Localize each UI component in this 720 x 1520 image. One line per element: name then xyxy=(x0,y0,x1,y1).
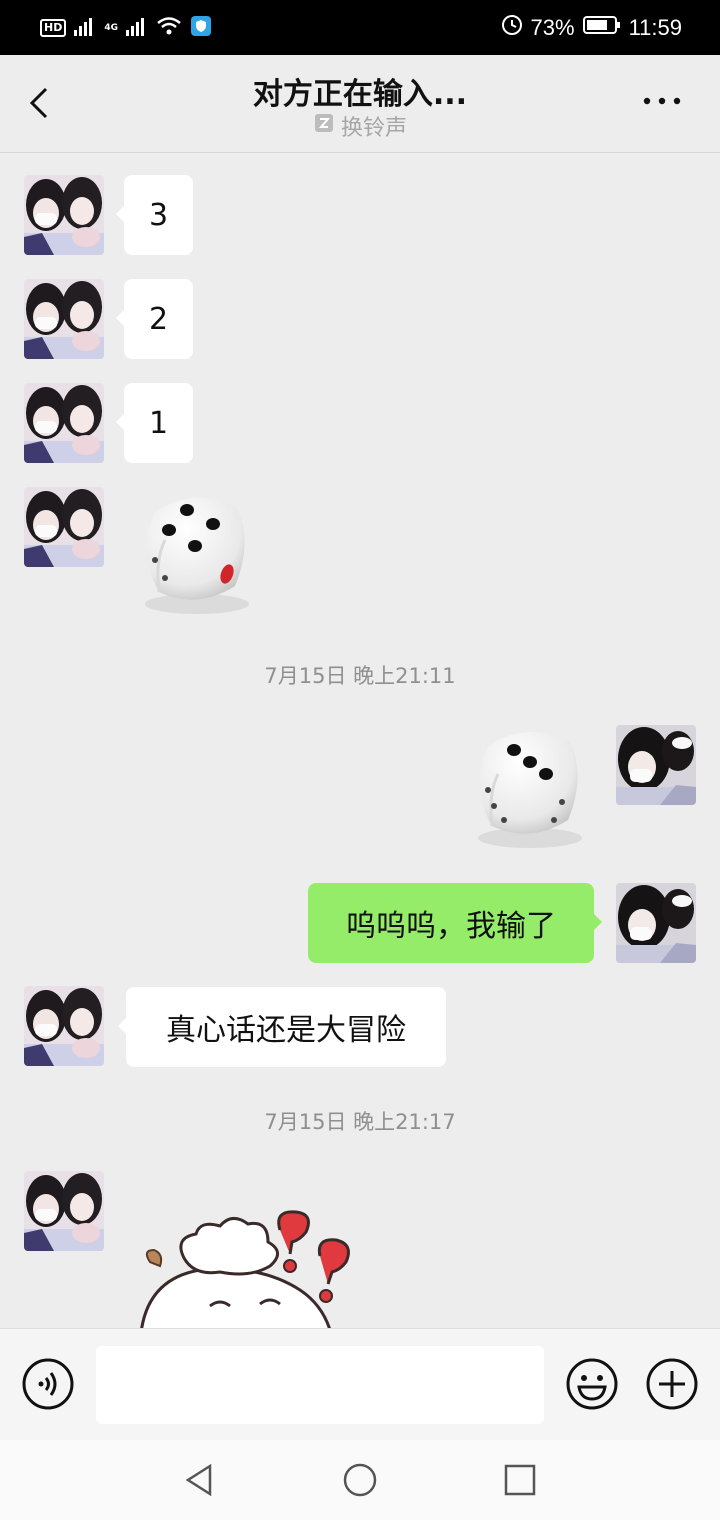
emoji-button[interactable] xyxy=(565,1357,619,1411)
nav-recents-button[interactable] xyxy=(500,1460,540,1500)
add-button[interactable] xyxy=(645,1357,699,1411)
system-nav-bar xyxy=(0,1440,720,1520)
emoji-icon xyxy=(566,1358,618,1410)
message-text: 1 xyxy=(148,405,169,441)
ringtone-icon xyxy=(313,112,335,140)
hd-icon: HD xyxy=(40,19,67,37)
nav-home-button[interactable] xyxy=(340,1460,380,1500)
timestamp: 7月15日 晚上21:17 xyxy=(264,1110,456,1134)
chat-title: 对方正在输入... xyxy=(252,77,468,112)
contact-avatar[interactable] xyxy=(24,986,104,1066)
message-text: 呜呜呜，我输了 xyxy=(346,909,556,944)
contact-avatar[interactable] xyxy=(24,279,104,359)
more-dots-icon xyxy=(643,97,681,105)
message-text: 2 xyxy=(148,301,169,337)
message-bubble-received[interactable]: 3 xyxy=(116,175,193,255)
square-recents-icon xyxy=(504,1464,536,1496)
signal-icon xyxy=(74,16,96,40)
contact-avatar[interactable] xyxy=(24,1171,104,1251)
contact-avatar[interactable] xyxy=(24,175,104,255)
self-avatar[interactable] xyxy=(616,725,696,805)
contact-avatar[interactable] xyxy=(24,487,104,567)
more-button[interactable] xyxy=(642,91,682,111)
message-text: 3 xyxy=(148,197,169,233)
shield-icon xyxy=(190,15,212,41)
dice-icon xyxy=(458,716,598,856)
plus-icon xyxy=(646,1358,698,1410)
voice-icon xyxy=(22,1358,74,1410)
battery-icon xyxy=(582,15,621,41)
circle-home-icon xyxy=(343,1463,377,1497)
signal-icon-2 xyxy=(126,16,148,40)
message-bubble-received[interactable]: 1 xyxy=(116,383,193,463)
wifi-icon xyxy=(156,16,182,40)
sheep-sticker-icon xyxy=(140,1210,350,1328)
network-type: 4G xyxy=(104,23,118,33)
contact-avatar[interactable] xyxy=(24,383,104,463)
dice-message-sent[interactable] xyxy=(458,716,598,856)
status-right: 73% 11:59 xyxy=(501,14,682,42)
message-text: 真心话还是大冒险 xyxy=(166,1013,406,1048)
voice-button[interactable] xyxy=(21,1357,75,1411)
input-bar xyxy=(0,1328,720,1441)
nav-back-button[interactable] xyxy=(180,1460,220,1500)
confused-sheep-sticker[interactable] xyxy=(120,1200,380,1328)
chat-header: 对方正在输入... 换铃声 xyxy=(0,55,720,153)
status-left: HD 4G xyxy=(40,14,212,42)
message-bubble-received[interactable]: 真心话还是大冒险 xyxy=(118,987,446,1067)
status-bar: HD 4G 73% 11:59 xyxy=(0,0,720,55)
dice-icon xyxy=(125,482,265,622)
battery-percent: 73% xyxy=(530,15,575,40)
self-avatar[interactable] xyxy=(616,883,696,963)
dice-message-received[interactable] xyxy=(125,482,265,622)
clock: 11:59 xyxy=(628,15,682,40)
subtitle-label: 换铃声 xyxy=(340,116,407,141)
message-bubble-received[interactable]: 2 xyxy=(116,279,193,359)
message-bubble-sent[interactable]: 呜呜呜，我输了 xyxy=(308,883,602,963)
ringtone-link[interactable]: 换铃声 xyxy=(0,110,720,142)
message-input[interactable] xyxy=(96,1346,544,1424)
timestamp: 7月15日 晚上21:11 xyxy=(264,664,456,688)
data-saver-icon xyxy=(501,14,523,42)
triangle-back-icon xyxy=(185,1463,212,1497)
